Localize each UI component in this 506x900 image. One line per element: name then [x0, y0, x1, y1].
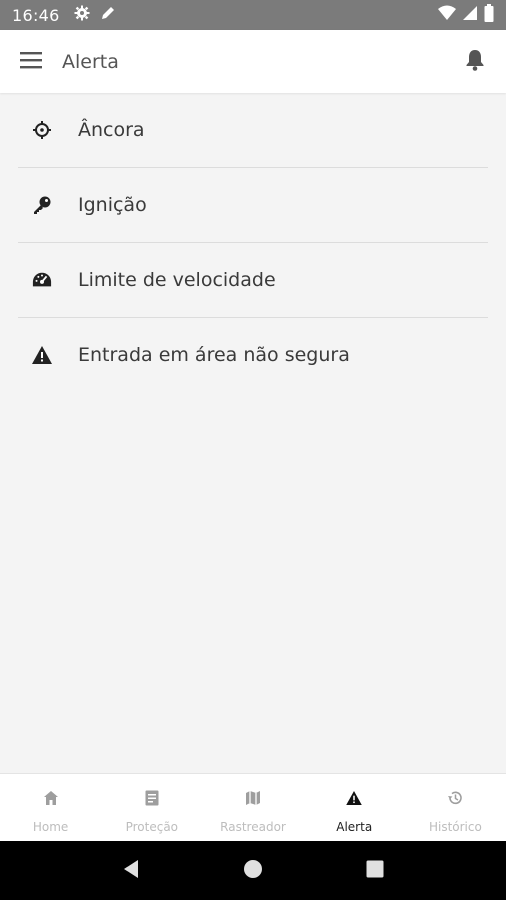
nav-label: Histórico — [428, 820, 482, 834]
battery-icon — [484, 4, 494, 26]
signal-icon — [462, 5, 478, 25]
alert-item-label: Ignição — [78, 194, 147, 216]
key-icon — [32, 195, 52, 215]
status-right-icons — [438, 4, 494, 26]
alert-item-area-nao-segura[interactable]: Entrada em área não segura — [0, 318, 506, 392]
bell-icon — [465, 49, 485, 75]
document-icon — [145, 788, 159, 808]
nav-label: Rastreador — [220, 820, 286, 834]
bottom-navigation: Home Proteção Rastreador Alerta Históric… — [0, 773, 506, 841]
crosshair-icon — [32, 120, 52, 140]
notifications-button[interactable] — [444, 30, 506, 93]
home-icon — [43, 788, 59, 808]
alert-item-label: Âncora — [78, 119, 145, 141]
nav-protecao[interactable]: Proteção — [101, 774, 202, 841]
warning-icon — [346, 788, 362, 808]
app-bar: Alerta — [0, 30, 506, 93]
nav-label: Alerta — [336, 820, 373, 834]
pencil-icon — [100, 5, 116, 25]
alert-item-label: Limite de velocidade — [78, 269, 276, 291]
back-icon[interactable] — [122, 859, 140, 883]
nav-rastreador[interactable]: Rastreador — [202, 774, 303, 841]
nav-alerta[interactable]: Alerta — [304, 774, 405, 841]
alert-item-limite-velocidade[interactable]: Limite de velocidade — [0, 243, 506, 317]
recents-square-icon[interactable] — [366, 860, 384, 882]
history-icon — [447, 788, 463, 808]
nav-label: Proteção — [125, 820, 179, 834]
status-left-icons — [74, 5, 116, 25]
system-navigation-bar — [0, 841, 506, 900]
menu-button[interactable] — [0, 30, 62, 93]
status-bar: 16:46 — [0, 0, 506, 30]
hamburger-menu-icon — [20, 51, 42, 73]
nav-historico[interactable]: Histórico — [405, 774, 506, 841]
gear-icon — [74, 5, 90, 25]
alert-item-label: Entrada em área não segura — [78, 344, 350, 366]
status-time: 16:46 — [12, 5, 60, 25]
alert-item-ancora[interactable]: Âncora — [0, 93, 506, 167]
alert-item-ignicao[interactable]: Ignição — [0, 168, 506, 242]
home-circle-icon[interactable] — [243, 859, 263, 883]
nav-label: Home — [32, 820, 69, 834]
map-icon — [245, 788, 261, 808]
wifi-icon — [438, 5, 456, 25]
alert-list: Âncora Ignição Limite de velocidade Entr… — [0, 93, 506, 392]
warning-icon — [32, 345, 52, 365]
nav-home[interactable]: Home — [0, 774, 101, 841]
speedometer-icon — [32, 270, 52, 290]
page-title: Alerta — [62, 50, 119, 73]
